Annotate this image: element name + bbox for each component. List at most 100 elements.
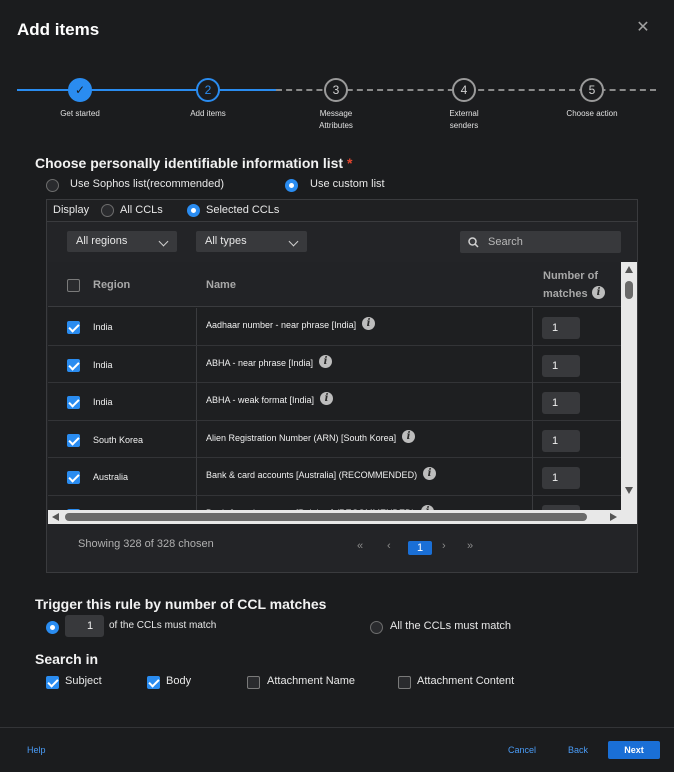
step-5-label: Choose action [566, 109, 618, 118]
row-checkbox[interactable] [67, 321, 80, 334]
row-matches-input[interactable]: 1 [542, 467, 580, 489]
ccl-panel: Display All CCLs Selected CCLs All regio… [46, 199, 638, 573]
first-page-button[interactable]: « [357, 540, 363, 552]
chevron-down-icon [158, 236, 169, 247]
body-checkbox-label[interactable]: Body [166, 675, 191, 687]
radio-selected-ccls[interactable] [187, 204, 200, 217]
step-2-circle[interactable]: 2 [196, 78, 220, 102]
step-5-circle[interactable]: 5 [580, 78, 604, 102]
attachment-name-checkbox[interactable] [247, 676, 260, 689]
back-button[interactable]: Back [568, 745, 588, 755]
radio-selected-ccls-label[interactable]: Selected CCLs [206, 204, 279, 216]
info-icon[interactable]: i [423, 467, 436, 480]
step-1-check-icon[interactable]: ✓ [68, 78, 92, 102]
info-icon[interactable]: i [402, 429, 415, 443]
radio-trigger-all-label[interactable]: All the CCLs must match [390, 620, 511, 632]
radio-sophos-list-label[interactable]: Use Sophos list(recommended) [70, 178, 224, 190]
info-icon[interactable]: i [320, 392, 333, 405]
next-button[interactable]: Next [608, 741, 660, 759]
step-4-circle[interactable]: 4 [452, 78, 476, 102]
column-divider [532, 420, 533, 458]
table-row[interactable]: Australia Bank & card accounts [Australia… [48, 458, 621, 496]
search-icon [468, 237, 479, 248]
column-divider [532, 495, 533, 510]
column-divider [532, 383, 533, 420]
row-checkbox[interactable] [67, 471, 80, 484]
stepper-progress-line [17, 89, 276, 91]
table-row[interactable]: Bank & card accounts [Belgium] (RECOMMEN… [48, 495, 621, 510]
types-dropdown-value: All types [205, 235, 247, 247]
column-divider [532, 458, 533, 495]
page-number-current[interactable]: 1 [408, 541, 432, 555]
scroll-up-icon[interactable] [625, 266, 633, 273]
ccl-count-input[interactable]: 1 [65, 615, 104, 637]
info-icon[interactable]: i [319, 354, 332, 368]
row-matches-input[interactable]: 1 [542, 429, 580, 452]
pii-title-text: Choose personally identifiable informati… [35, 155, 344, 171]
column-divider [532, 308, 533, 345]
pagination-summary: Showing 328 of 328 chosen [78, 538, 214, 550]
body-checkbox[interactable] [147, 676, 160, 689]
row-matches-input[interactable]: 1 [542, 317, 580, 339]
attachment-name-checkbox-label[interactable]: Attachment Name [267, 675, 355, 687]
radio-trigger-some[interactable] [46, 621, 59, 634]
trigger-section-title: Trigger this rule by number of CCL match… [35, 596, 327, 612]
required-mark: * [346, 155, 353, 171]
column-divider [196, 383, 197, 420]
scroll-right-icon[interactable] [610, 513, 617, 521]
radio-custom-list-label[interactable]: Use custom list [310, 178, 385, 190]
subject-checkbox[interactable] [46, 676, 59, 689]
regions-dropdown[interactable]: All regions [67, 231, 177, 252]
scroll-down-icon[interactable] [625, 487, 633, 494]
horizontal-scrollbar[interactable] [48, 510, 637, 524]
column-divider [196, 495, 197, 510]
radio-trigger-all[interactable] [370, 621, 383, 634]
row-name: Alien Registration Number (ARN) [South K… [206, 432, 397, 443]
search-input[interactable] [488, 231, 608, 253]
step-3-label: Message Attributes [319, 109, 353, 130]
ccl-table: Region Name Number of matches i India Aad… [48, 262, 621, 510]
cancel-button[interactable]: Cancel [508, 745, 536, 755]
types-dropdown[interactable]: All types [196, 231, 307, 252]
last-page-button[interactable]: » [467, 540, 473, 552]
row-matches-input[interactable]: 1 [542, 392, 580, 414]
attachment-content-checkbox[interactable] [398, 676, 411, 689]
radio-all-ccls-label[interactable]: All CCLs [120, 204, 163, 216]
footer-divider [0, 727, 674, 728]
prev-page-button[interactable]: ‹ [387, 540, 391, 552]
header-name[interactable]: Name [206, 279, 236, 291]
next-page-button[interactable]: › [442, 540, 446, 552]
info-icon[interactable]: i [592, 286, 605, 299]
radio-trigger-some-label[interactable]: of the CCLs must match [109, 620, 216, 631]
help-link[interactable]: Help [27, 745, 46, 755]
vertical-scrollbar[interactable] [621, 262, 637, 510]
attachment-content-checkbox-label[interactable]: Attachment Content [417, 675, 514, 687]
radio-custom-list[interactable] [285, 179, 298, 192]
row-region: India [93, 322, 113, 332]
table-row[interactable]: India Aadhaar number - near phrase [India… [48, 308, 621, 346]
scroll-left-icon[interactable] [52, 513, 59, 521]
radio-sophos-list[interactable] [46, 179, 59, 192]
subject-checkbox-label[interactable]: Subject [65, 675, 102, 687]
row-matches-input[interactable]: 1 [542, 354, 580, 377]
table-row[interactable]: South Korea Alien Registration Number (AR… [48, 420, 621, 458]
horizontal-scroll-thumb[interactable] [65, 513, 587, 521]
row-name: Aadhaar number - near phrase [India] [206, 320, 357, 330]
header-region[interactable]: Region [93, 279, 130, 291]
select-all-checkbox[interactable] [67, 279, 80, 292]
table-row[interactable]: India ABHA - near phrase [India] 1 i [48, 345, 621, 383]
row-checkbox[interactable] [67, 433, 80, 447]
search-in-title: Search in [35, 651, 99, 667]
step-3-circle[interactable]: 3 [324, 78, 348, 102]
search-box[interactable] [460, 231, 621, 253]
step-4-label: External senders [449, 109, 479, 130]
radio-all-ccls[interactable] [101, 204, 114, 217]
row-checkbox[interactable] [67, 358, 80, 372]
table-row[interactable]: India ABHA - weak format [India] 1 i [48, 383, 621, 421]
column-divider [196, 420, 197, 458]
info-icon[interactable]: i [362, 317, 375, 330]
close-icon[interactable]: ✕ [636, 20, 650, 36]
vertical-scroll-thumb[interactable] [625, 281, 633, 299]
row-region: Australia [93, 472, 129, 482]
row-checkbox[interactable] [67, 396, 80, 409]
